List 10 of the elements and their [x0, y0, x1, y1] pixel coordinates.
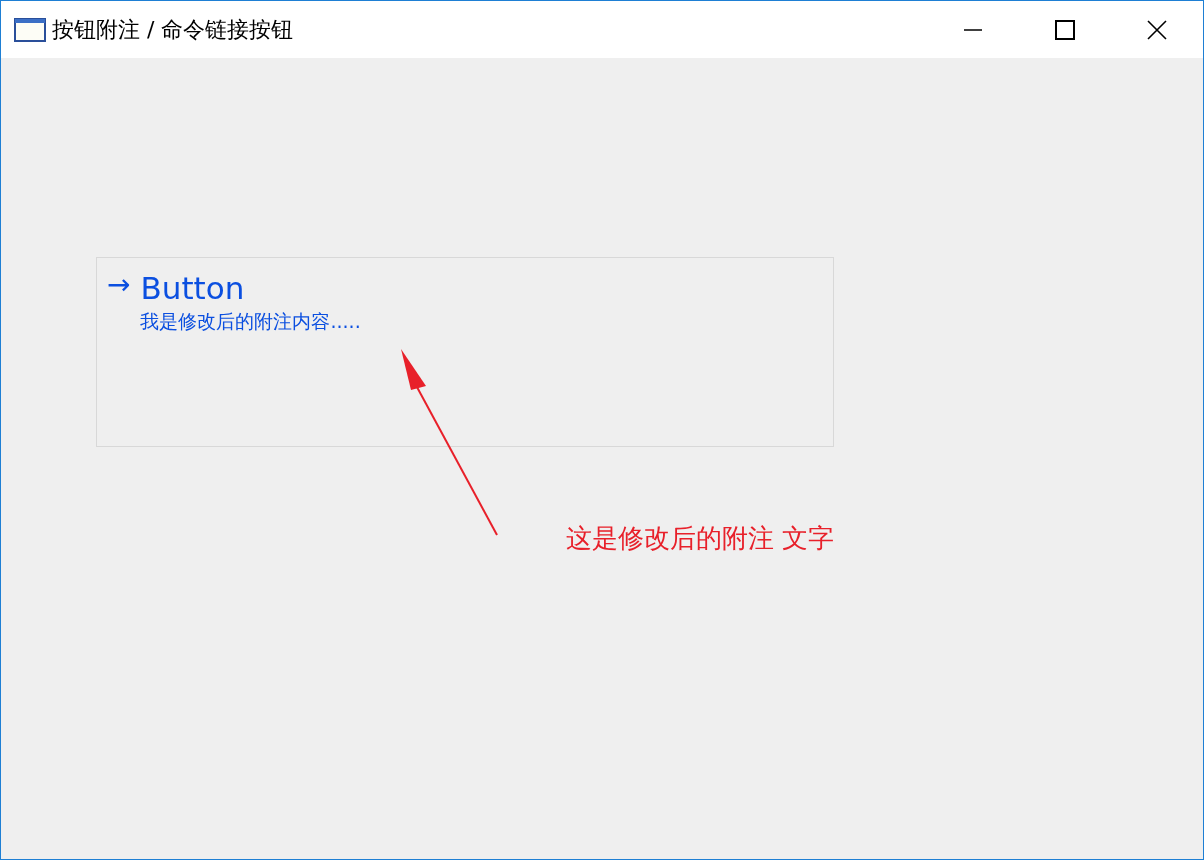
maximize-icon: [1055, 19, 1075, 40]
close-icon: [1147, 19, 1167, 40]
window-icon: [14, 17, 46, 42]
minimize-icon: [964, 28, 982, 31]
command-link-button[interactable]: → Button 我是修改后的附注内容.....: [96, 257, 834, 447]
window-title: 按钮附注 / 命令链接按钮: [52, 15, 294, 44]
button-label: Button: [140, 269, 246, 308]
annotation-text: 这是修改后的附注 文字: [566, 522, 835, 555]
arrow-icon: →: [107, 268, 131, 302]
button-note: 我是修改后的附注内容.....: [140, 309, 361, 334]
